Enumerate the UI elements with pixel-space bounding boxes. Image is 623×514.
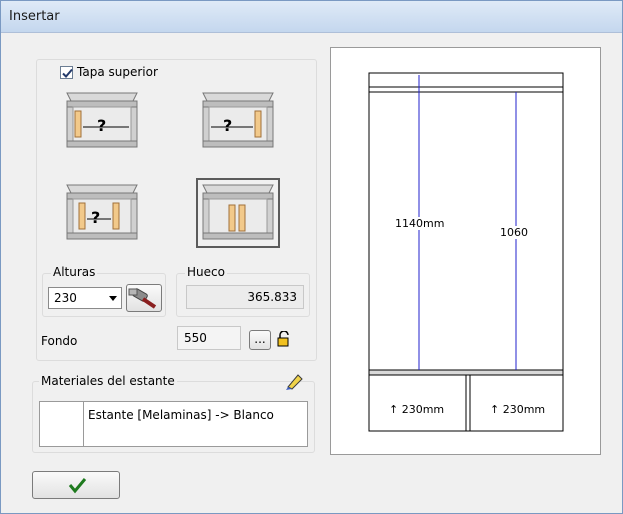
- depth-browse-label: ...: [254, 332, 266, 346]
- shelf-left-label: ↑ 230mm: [389, 403, 445, 416]
- hammer-icon: [128, 288, 157, 309]
- shelf-right-label: ↑ 230mm: [490, 403, 546, 416]
- title-bar: Insertar: [1, 1, 622, 33]
- insert-dialog: Insertar Tapa superior ? ? ? Alturas 230…: [0, 0, 623, 514]
- check-icon: [68, 478, 87, 494]
- cabinet-option-3[interactable]: ?: [63, 181, 141, 245]
- gap-label: Hueco: [185, 265, 227, 279]
- dim-right-label: 1060: [500, 226, 528, 239]
- gap-field: 365.833: [186, 285, 304, 309]
- materials-list[interactable]: Estante [Melaminas] -> Blanco: [39, 401, 308, 447]
- cabinet-preview: 1140mm 1060 ↑ 230mm ↑ 230mm: [330, 47, 601, 455]
- cabinet-option-2[interactable]: ?: [199, 89, 277, 153]
- depth-value: 550: [184, 331, 207, 345]
- depth-label: Fondo: [41, 334, 78, 348]
- measure-tool-button[interactable]: [126, 284, 162, 312]
- gap-value: 365.833: [247, 290, 297, 304]
- svg-text:?: ?: [223, 116, 232, 135]
- heights-label: Alturas: [51, 265, 98, 279]
- dim-left-label: 1140mm: [395, 217, 445, 230]
- cabinet-option-1[interactable]: ?: [63, 89, 141, 153]
- cabinet-option-4[interactable]: [196, 178, 280, 248]
- top-cover-label: Tapa superior: [77, 65, 158, 79]
- materials-label: Materiales del estante: [39, 374, 177, 388]
- paint-icon[interactable]: [284, 371, 304, 391]
- svg-text:?: ?: [97, 116, 106, 135]
- heights-value: 230: [54, 291, 77, 305]
- heights-select[interactable]: 230: [48, 287, 122, 309]
- chevron-down-icon: [109, 296, 117, 301]
- ok-button[interactable]: [32, 471, 120, 499]
- depth-input[interactable]: 550: [177, 326, 241, 350]
- material-swatch: [40, 402, 84, 446]
- top-cover-checkbox[interactable]: [60, 66, 73, 79]
- svg-text:?: ?: [91, 208, 100, 227]
- depth-browse-button[interactable]: ...: [249, 330, 271, 350]
- material-item: Estante [Melaminas] -> Blanco: [88, 408, 274, 422]
- window-title: Insertar: [9, 9, 60, 24]
- lock-icon[interactable]: [277, 330, 291, 347]
